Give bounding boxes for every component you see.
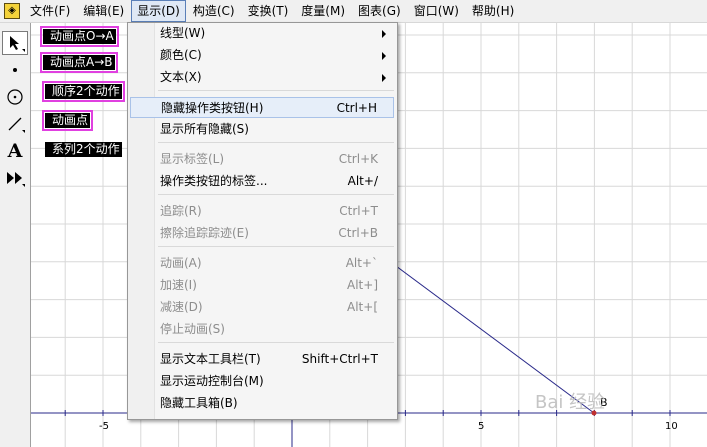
toolbox: A	[0, 23, 31, 447]
menu-bar: ◈ 文件(F) 编辑(E) 显示(D) 构造(C) 变换(T) 度量(M) 图表(G) 窗口(…	[0, 0, 707, 23]
display-menu-item-3[interactable]: 隐藏操作类按钮(H) Ctrl+H	[130, 97, 394, 118]
tick-label-5: 5	[478, 421, 484, 432]
menu-item-shortcut: Ctrl+K	[338, 152, 378, 166]
submenu-arrow-icon	[382, 30, 386, 38]
custom-tool[interactable]	[2, 166, 28, 190]
sequence-2-actions-button[interactable]: 顺序2个动作	[42, 81, 125, 102]
tool-submenu-indicator-icon	[22, 184, 25, 187]
menu-item-label: 显示标签(L)	[160, 152, 225, 166]
app-icon[interactable]: ◈	[4, 3, 20, 19]
watermark: Bai 经验	[535, 392, 606, 413]
display-menu-item-11[interactable]: 减速(D) Alt+[	[130, 297, 394, 318]
straightedge-tool[interactable]	[2, 112, 28, 136]
menu-item-label: 显示所有隐藏(S)	[160, 122, 249, 136]
point-icon	[13, 68, 17, 72]
menu-item-label: 减速(D)	[160, 300, 203, 314]
display-menu-item-10[interactable]: 加速(I) Alt+]	[130, 275, 394, 296]
tool-submenu-indicator-icon	[22, 49, 25, 52]
menu-8[interactable]: 帮助(H)	[466, 0, 520, 22]
display-menu-item-7[interactable]: 追踪(R) Ctrl+T	[130, 201, 394, 222]
series-2-actions-button[interactable]: 系列2个动作	[45, 142, 122, 157]
menu-4[interactable]: 变换(T)	[242, 0, 295, 22]
menu-item-shortcut: Ctrl+B	[338, 226, 378, 240]
menu-item-label: 文本(X)	[160, 70, 202, 84]
menu-5[interactable]: 度量(M)	[295, 0, 351, 22]
display-menu-item-5[interactable]: 显示标签(L) Ctrl+K	[130, 149, 394, 170]
menu-7[interactable]: 窗口(W)	[408, 0, 465, 22]
menu-separator	[158, 342, 394, 343]
display-menu-item-0[interactable]: 线型(W)	[130, 23, 394, 44]
display-menu-item-8[interactable]: 擦除追踪踪迹(E) Ctrl+B	[130, 223, 394, 244]
tick-label-10: 10	[665, 421, 678, 432]
menu-item-label: 线型(W)	[160, 26, 206, 40]
menu-item-shortcut: Alt+]	[347, 278, 378, 292]
display-menu-item-1[interactable]: 颜色(C)	[130, 45, 394, 66]
menu-item-label: 加速(I)	[160, 278, 197, 292]
menu-6[interactable]: 图表(G)	[352, 0, 407, 22]
menu-1[interactable]: 编辑(E)	[77, 0, 130, 22]
display-menu-item-4[interactable]: 显示所有隐藏(S)	[130, 119, 394, 140]
menu-item-label: 显示运动控制台(M)	[160, 374, 264, 388]
display-menu-item-6[interactable]: 操作类按钮的标签... Alt+/	[130, 171, 394, 192]
menu-item-label: 追踪(R)	[160, 204, 202, 218]
display-menu-item-9[interactable]: 动画(A) Alt+`	[130, 253, 394, 274]
display-menu-item-12[interactable]: 停止动画(S)	[130, 319, 394, 340]
arrow-icon	[10, 36, 19, 50]
menu-2[interactable]: 显示(D)	[131, 0, 186, 22]
menu-item-label: 擦除追踪踪迹(E)	[160, 226, 249, 240]
tool-submenu-indicator-icon	[22, 130, 25, 133]
animate-point-A-to-B-button[interactable]: 动画点A→B	[40, 52, 118, 73]
display-menu-item-14[interactable]: 显示运动控制台(M)	[130, 371, 394, 392]
compass-tool[interactable]	[2, 85, 28, 109]
menu-separator	[158, 142, 394, 143]
menu-item-label: 颜色(C)	[160, 48, 202, 62]
menu-item-shortcut: Alt+/	[347, 174, 378, 188]
display-menu-item-15[interactable]: 隐藏工具箱(B)	[130, 393, 394, 414]
menu-separator	[158, 246, 394, 247]
text-tool-icon: A	[7, 140, 23, 162]
text-tool[interactable]: A	[2, 139, 28, 163]
menu-item-shortcut: Alt+`	[345, 256, 378, 270]
tick-label-neg5: -5	[99, 421, 109, 432]
menu-item-shortcut: Shift+Ctrl+T	[301, 352, 378, 366]
animate-point-button[interactable]: 动画点	[41, 110, 94, 131]
arrow-select-tool[interactable]	[2, 31, 28, 55]
display-menu-item-2[interactable]: 文本(X)	[130, 67, 394, 88]
display-menu-dropdown: 线型(W) 颜色(C) 文本(X) 隐藏操作类按钮(H) Ctrl+H 显示所有隐藏(S)…	[127, 22, 398, 420]
menu-separator	[158, 194, 394, 195]
animate-point-O-to-A-button[interactable]: 动画点O→A	[40, 26, 119, 47]
menu-item-label: 动画(A)	[160, 256, 202, 270]
menu-item-label: 停止动画(S)	[160, 322, 225, 336]
point-tool[interactable]	[2, 58, 28, 82]
menu-item-shortcut: Ctrl+H	[336, 101, 377, 115]
custom-tool-icon	[7, 172, 22, 184]
menu-item-shortcut: Alt+[	[347, 300, 378, 314]
display-menu-item-13[interactable]: 显示文本工具栏(T) Shift+Ctrl+T	[130, 349, 394, 370]
submenu-arrow-icon	[382, 74, 386, 82]
menu-3[interactable]: 构造(C)	[187, 0, 241, 22]
menu-item-label: 操作类按钮的标签...	[160, 174, 268, 188]
menu-item-shortcut: Ctrl+T	[339, 204, 378, 218]
compass-icon	[7, 89, 23, 105]
menu-item-label: 隐藏工具箱(B)	[160, 396, 238, 410]
menu-item-label: 显示文本工具栏(T)	[160, 352, 261, 366]
menu-item-label: 隐藏操作类按钮(H)	[161, 101, 264, 115]
menu-0[interactable]: 文件(F)	[24, 0, 76, 22]
submenu-arrow-icon	[382, 52, 386, 60]
menu-separator	[158, 90, 394, 91]
